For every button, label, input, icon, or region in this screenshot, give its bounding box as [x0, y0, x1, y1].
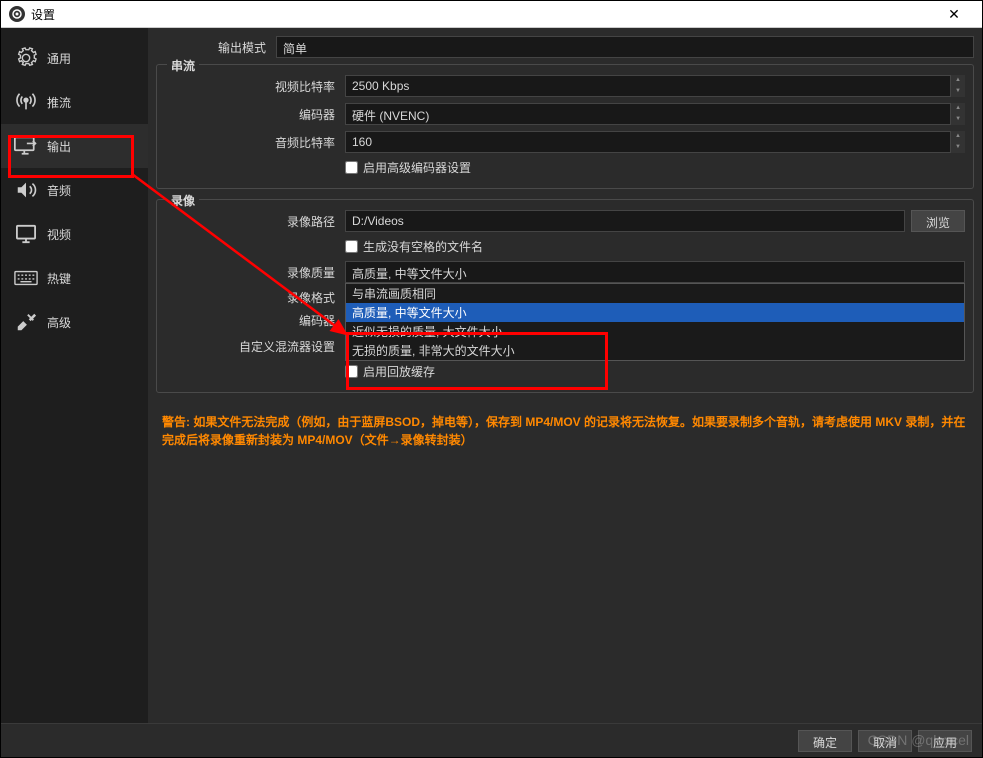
sidebar: 通用 推流 输出 音频 视频 热键 — [1, 28, 148, 723]
window-title: 设置 — [31, 6, 934, 23]
no-space-label: 生成没有空格的文件名 — [363, 238, 483, 255]
sidebar-item-hotkeys[interactable]: 热键 — [1, 256, 148, 300]
sidebar-item-general[interactable]: 通用 — [1, 36, 148, 80]
antenna-icon — [13, 91, 39, 113]
spinner-arrows[interactable]: ▲▼ — [951, 103, 965, 125]
video-bitrate-label: 视频比特率 — [165, 78, 345, 95]
replay-buffer-label: 启用回放缓存 — [363, 363, 435, 380]
audio-bitrate-label: 音频比特率 — [165, 134, 345, 151]
warning-text: 警告: 如果文件无法完成（例如，由于蓝屏BSOD，掉电等），保存到 MP4/MO… — [156, 403, 974, 459]
quality-select[interactable]: 高质量, 中等文件大小 — [345, 261, 965, 283]
sidebar-item-output[interactable]: 输出 — [1, 124, 148, 168]
replay-buffer-checkbox[interactable] — [345, 365, 358, 378]
sidebar-item-stream[interactable]: 推流 — [1, 80, 148, 124]
close-button[interactable]: ✕ — [934, 6, 974, 23]
apply-button[interactable]: 应用 — [918, 730, 972, 752]
sidebar-item-label: 推流 — [47, 94, 71, 111]
sidebar-item-label: 音频 — [47, 182, 71, 199]
sidebar-item-audio[interactable]: 音频 — [1, 168, 148, 212]
monitor-arrow-icon — [13, 135, 39, 157]
audio-bitrate-input[interactable]: 160 — [345, 131, 951, 153]
encoder-select[interactable]: 硬件 (NVENC) — [345, 103, 951, 125]
quality-option-1[interactable]: 高质量, 中等文件大小 — [346, 303, 964, 322]
sidebar-item-label: 视频 — [47, 226, 71, 243]
recording-title: 录像 — [167, 192, 199, 209]
advanced-encoder-label: 启用高级编码器设置 — [363, 159, 471, 176]
quality-option-2[interactable]: 近似无损的质量, 大文件大小 — [346, 322, 964, 341]
spinner-arrows[interactable]: ▲▼ — [951, 131, 965, 153]
sidebar-item-advanced[interactable]: 高级 — [1, 300, 148, 344]
video-bitrate-input[interactable]: 2500 Kbps — [345, 75, 951, 97]
quality-option-3[interactable]: 无损的质量, 非常大的文件大小 — [346, 341, 964, 360]
sidebar-item-label: 热键 — [47, 270, 71, 287]
monitor-icon — [13, 223, 39, 245]
quality-dropdown: 与串流画质相同 高质量, 中等文件大小 近似无损的质量, 大文件大小 无损的质量… — [345, 283, 965, 361]
cancel-button[interactable]: 取消 — [858, 730, 912, 752]
output-mode-select[interactable]: 简单 — [276, 36, 974, 58]
encoder-label: 编码器 — [165, 106, 345, 123]
sidebar-item-label: 输出 — [47, 138, 71, 155]
sidebar-item-video[interactable]: 视频 — [1, 212, 148, 256]
browse-button[interactable]: 浏览 — [911, 210, 965, 232]
quality-label: 录像质量 — [165, 264, 345, 281]
rec-encoder-label: 编码器 — [165, 312, 345, 329]
tools-icon — [13, 311, 39, 333]
muxer-label: 自定义混流器设置 — [165, 338, 345, 355]
recording-group: 录像 录像路径 D:/Videos 浏览 生成没有空格的文件名 — [156, 199, 974, 393]
quality-option-0[interactable]: 与串流画质相同 — [346, 284, 964, 303]
advanced-encoder-checkbox[interactable] — [345, 161, 358, 174]
footer: 确定 取消 应用 — [1, 723, 982, 757]
ok-button[interactable]: 确定 — [798, 730, 852, 752]
no-space-checkbox[interactable] — [345, 240, 358, 253]
path-label: 录像路径 — [165, 213, 345, 230]
speaker-icon — [13, 179, 39, 201]
titlebar: 设置 ✕ — [1, 1, 982, 28]
output-mode-label: 输出模式 — [156, 39, 276, 56]
streaming-group: 串流 视频比特率 2500 Kbps ▲▼ 编码器 硬件 (NVENC) ▲▼ — [156, 64, 974, 189]
gear-icon — [13, 47, 39, 69]
format-label: 录像格式 — [165, 289, 345, 306]
main-panel: 输出模式 简单 串流 视频比特率 2500 Kbps ▲▼ 编码器 硬件 (NV… — [148, 28, 982, 723]
sidebar-item-label: 高级 — [47, 314, 71, 331]
app-icon — [9, 6, 25, 22]
keyboard-icon — [13, 267, 39, 289]
spinner-arrows[interactable]: ▲▼ — [951, 75, 965, 97]
path-input[interactable]: D:/Videos — [345, 210, 905, 232]
streaming-title: 串流 — [167, 57, 199, 74]
sidebar-item-label: 通用 — [47, 50, 71, 67]
